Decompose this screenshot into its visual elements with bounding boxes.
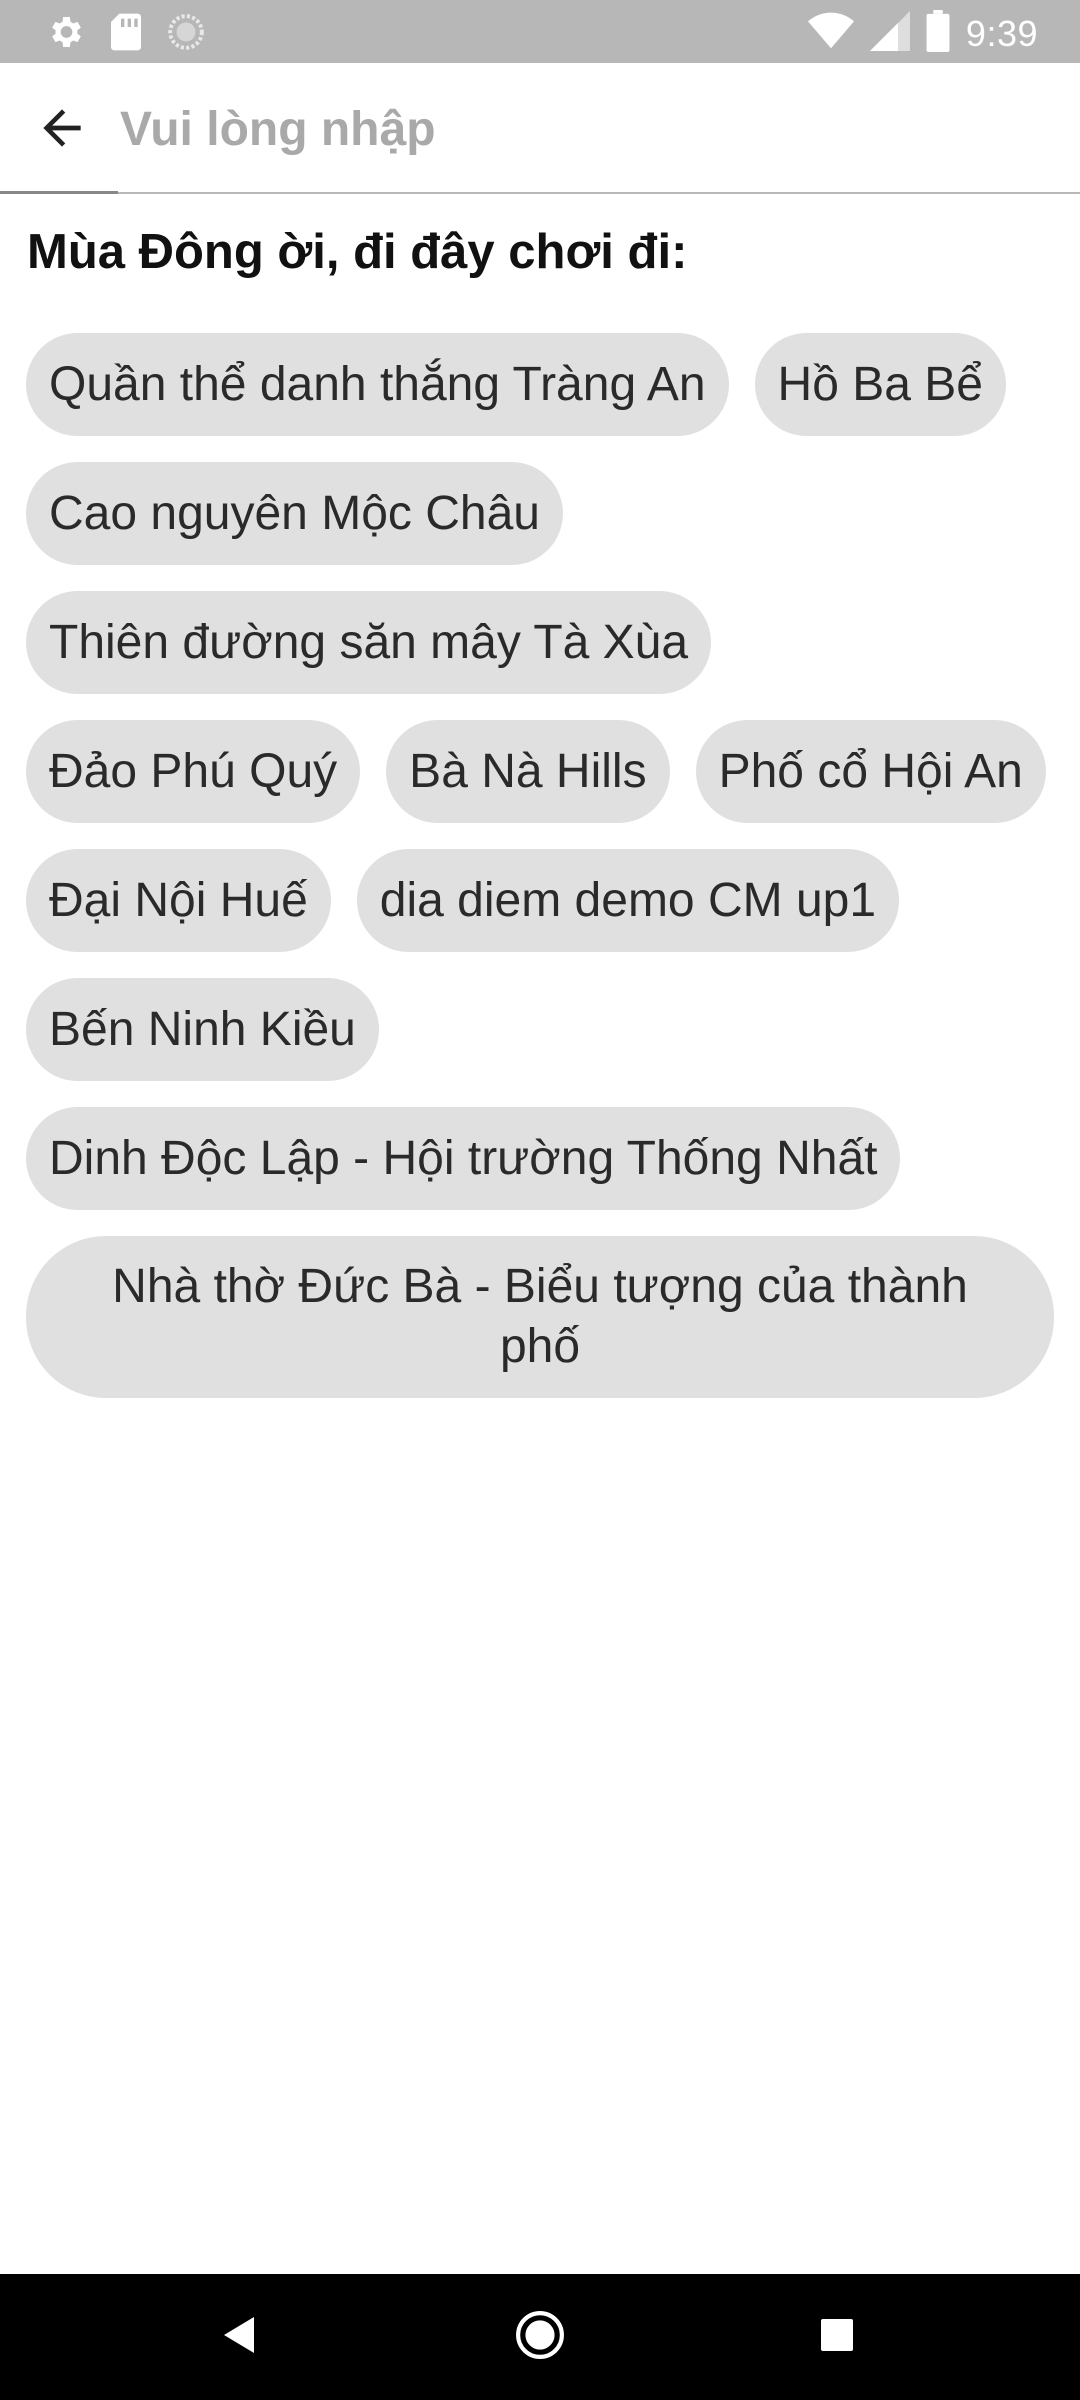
suggestion-chips: Quần thể danh thắng Tràng An Hồ Ba Bể Ca… bbox=[26, 333, 1054, 1398]
suggestion-chip[interactable]: Đại Nội Huế bbox=[26, 849, 331, 952]
back-button[interactable] bbox=[22, 90, 102, 170]
suggestion-chip[interactable]: Hồ Ba Bể bbox=[754, 333, 1006, 436]
suggestion-chip[interactable]: Nhà thờ Đức Bà - Biểu tượng của thành ph… bbox=[26, 1236, 1054, 1398]
suggestion-chip[interactable]: Thiên đường săn mây Tà Xùa bbox=[26, 591, 712, 694]
suggestion-chip[interactable]: Quần thể danh thắng Tràng An bbox=[26, 333, 729, 436]
settings-icon bbox=[45, 12, 85, 57]
loading-circle-icon bbox=[167, 13, 205, 56]
recents-square-icon bbox=[819, 2317, 855, 2358]
status-left-icons bbox=[45, 12, 205, 57]
arrow-back-icon bbox=[34, 100, 90, 161]
suggestion-chip[interactable]: Phố cổ Hội An bbox=[695, 720, 1046, 823]
signal-icon bbox=[869, 11, 910, 56]
nav-home-button[interactable] bbox=[505, 2302, 575, 2372]
status-bar: 9:39 bbox=[0, 0, 1080, 63]
nav-back-button[interactable] bbox=[205, 2302, 275, 2372]
suggestion-chip[interactable]: Dinh Độc Lập - Hội trường Thống Nhất bbox=[26, 1107, 901, 1210]
search-input[interactable] bbox=[120, 93, 1020, 165]
suggestion-chip[interactable]: Bà Nà Hills bbox=[386, 720, 670, 823]
status-time: 9:39 bbox=[965, 12, 1038, 54]
app-bar bbox=[0, 63, 1080, 194]
home-circle-icon bbox=[515, 2310, 565, 2365]
back-triangle-icon bbox=[222, 2315, 258, 2360]
suggestion-chip[interactable]: Đảo Phú Quý bbox=[26, 720, 361, 823]
suggestion-chip[interactable]: Bến Ninh Kiều bbox=[26, 978, 379, 1081]
status-right-icons: 9:39 bbox=[807, 10, 1038, 57]
sd-card-icon bbox=[109, 12, 143, 57]
section-title: Mùa Đông ời, đi đây chơi đi: bbox=[27, 225, 688, 279]
search-focus-indicator bbox=[0, 191, 118, 194]
battery-icon bbox=[926, 10, 950, 57]
suggestion-chip[interactable]: Cao nguyên Mộc Châu bbox=[26, 462, 563, 565]
navigation-bar bbox=[0, 2274, 1080, 2400]
suggestion-chip[interactable]: dia diem demo CM up1 bbox=[356, 849, 900, 952]
wifi-icon bbox=[807, 11, 854, 56]
nav-recents-button[interactable] bbox=[802, 2302, 872, 2372]
